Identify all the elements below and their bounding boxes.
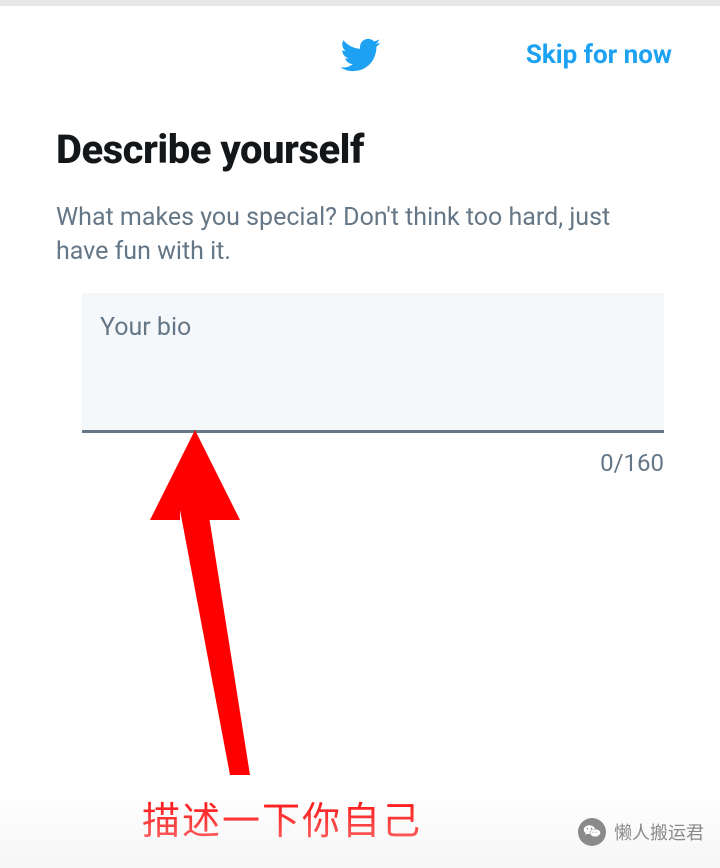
watermark: 懒人搬运君 [578,818,704,846]
char-counter: 0/160 [82,449,664,477]
bio-input[interactable] [82,293,664,433]
page-title: Describe yourself [56,126,664,173]
wechat-icon [578,818,606,846]
page-subtitle: What makes you special? Don't think too … [56,201,664,269]
content-area: Describe yourself What makes you special… [0,96,720,477]
header: Skip for now [0,6,720,96]
annotation-arrow [145,430,285,784]
annotation-text: 描述一下你自己 [142,790,422,845]
bio-field-wrapper: 0/160 [82,293,664,477]
twitter-icon [339,34,381,76]
skip-link[interactable]: Skip for now [526,40,672,70]
watermark-label: 懒人搬运君 [614,819,704,845]
